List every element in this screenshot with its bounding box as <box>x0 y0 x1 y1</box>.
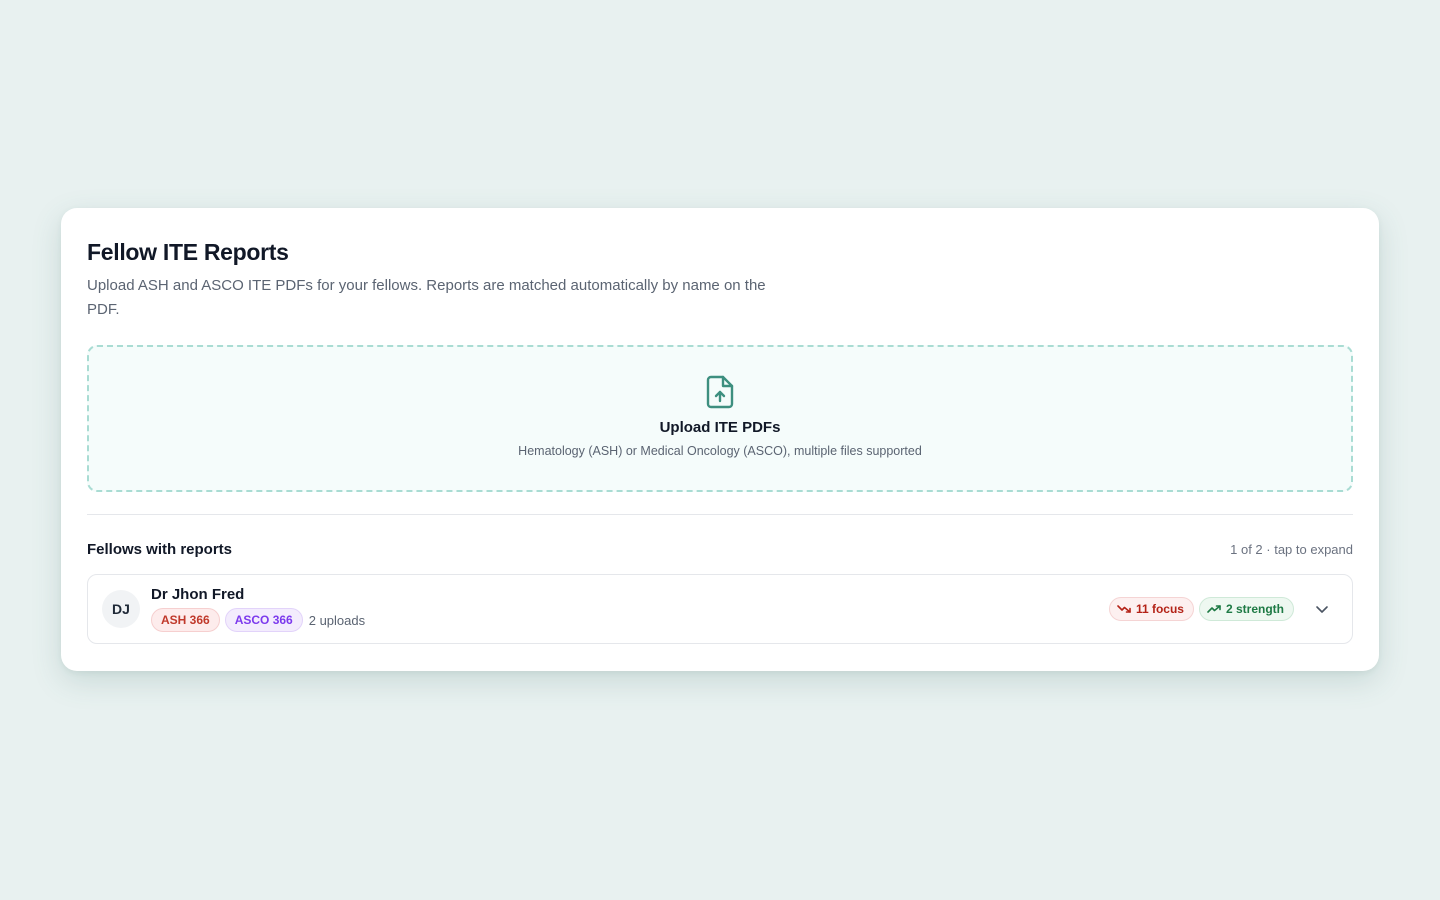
fellows-count-hint: 1 of 2 · tap to expand <box>1230 542 1353 557</box>
reports-card: Fellow ITE Reports Upload ASH and ASCO I… <box>61 208 1379 671</box>
chevron-down-icon <box>1316 605 1328 613</box>
asco-score-badge: ASCO 366 <box>224 608 303 632</box>
section-divider <box>87 514 1353 515</box>
upload-dropzone[interactable]: Upload ITE PDFs Hematology (ASH) or Medi… <box>87 345 1353 492</box>
uploads-count: 2 uploads <box>308 612 366 628</box>
trend-down-icon <box>1117 605 1131 613</box>
avatar: DJ <box>102 590 140 628</box>
page-subtitle: Upload ASH and ASCO ITE PDFs for your fe… <box>87 277 766 318</box>
fellows-section-title: Fellows with reports <box>87 541 233 558</box>
strength-pill: 2 strength <box>1198 597 1294 621</box>
file-upload-icon <box>706 375 734 409</box>
trend-up-icon <box>1207 605 1221 613</box>
fellows-section-header: Fellows with reports 1 of 2 · tap to exp… <box>87 541 1353 558</box>
fellow-badges: ASH 366 ASCO 366 2 uploads <box>151 608 365 632</box>
strength-count: 2 strength <box>1225 602 1284 616</box>
fellow-row[interactable]: DJ Dr Jhon Fred ASH 366 ASCO 366 2 uploa… <box>87 574 1353 644</box>
focus-pill: 11 focus <box>1108 597 1194 621</box>
fellow-name: Dr Jhon Fred <box>151 586 245 603</box>
fellow-info: Dr Jhon Fred ASH 366 ASCO 366 2 uploads <box>151 586 365 632</box>
page-title: Fellow ITE Reports <box>87 239 289 265</box>
upload-hint: Hematology (ASH) or Medical Oncology (AS… <box>518 444 922 458</box>
focus-count: 11 focus <box>1135 602 1184 616</box>
upload-title: Upload ITE PDFs <box>659 419 781 436</box>
expand-button[interactable] <box>1314 601 1330 617</box>
ash-score-badge: ASH 366 <box>151 608 220 632</box>
